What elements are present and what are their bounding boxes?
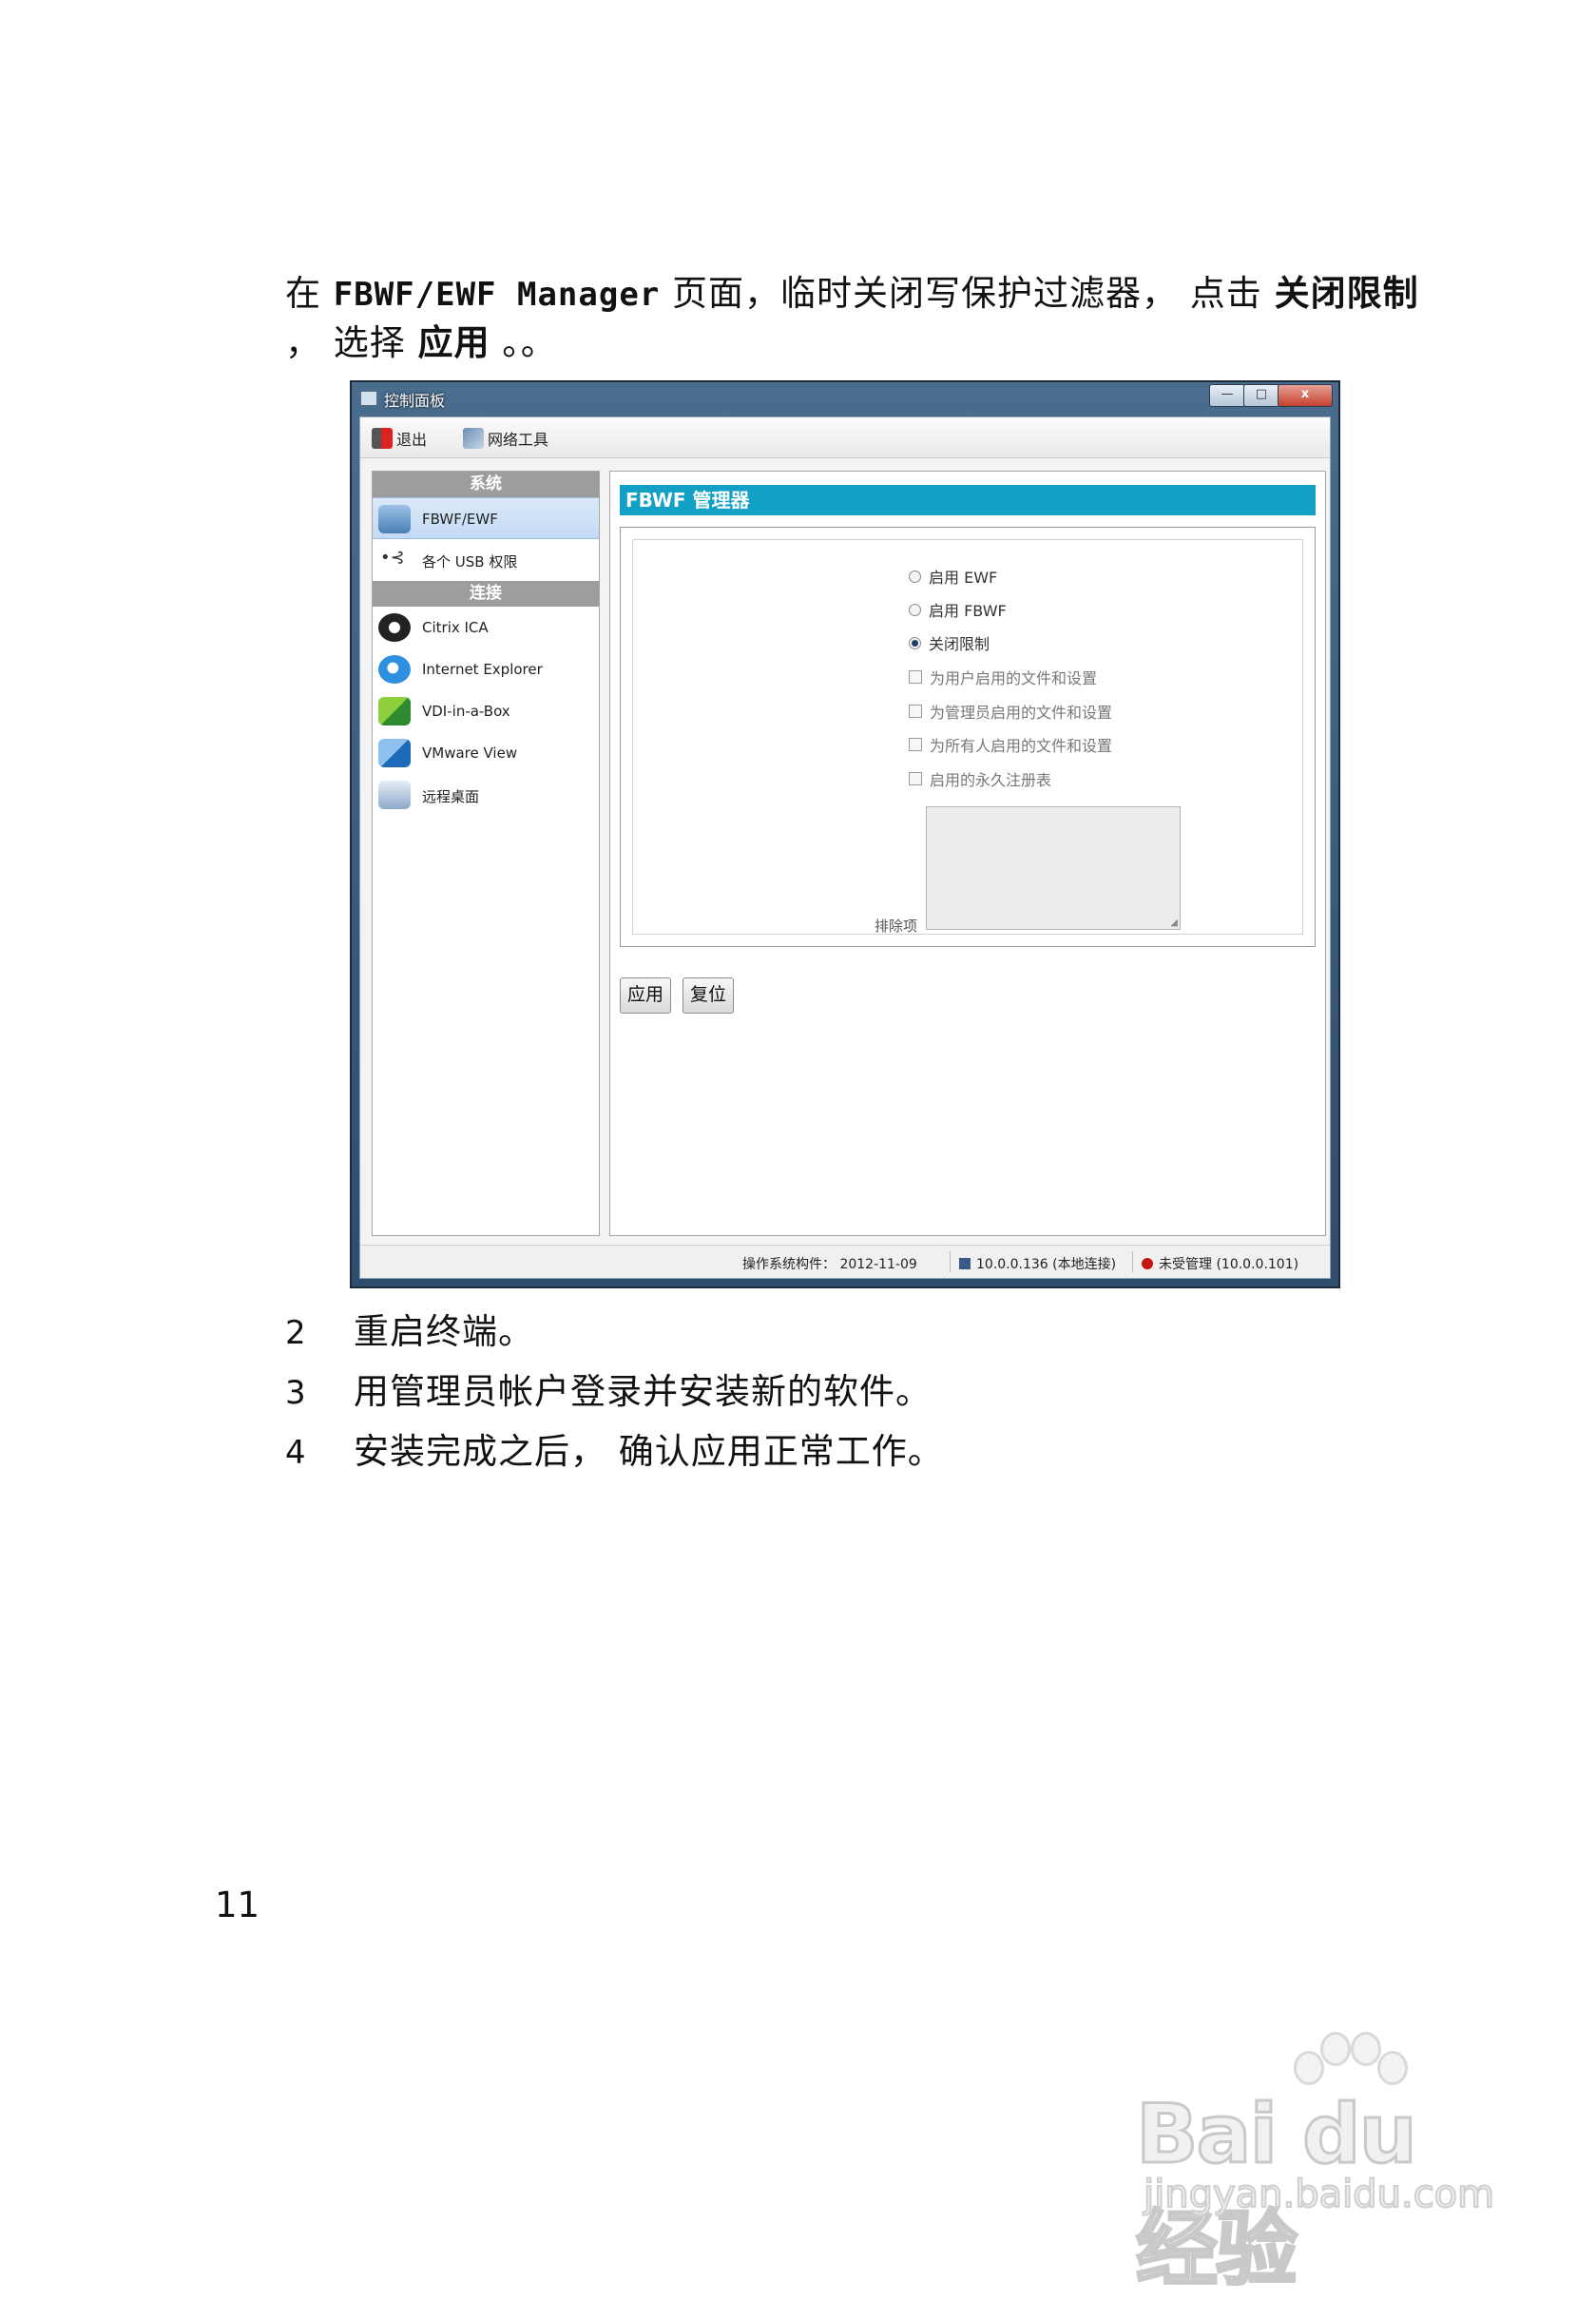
radio-indicator <box>909 603 921 616</box>
status-separator <box>1132 1251 1133 1272</box>
exit-label: 退出 <box>396 431 428 449</box>
remote-desktop-icon <box>378 781 411 809</box>
checkbox-indicator <box>909 738 922 751</box>
apply-button[interactable]: 应用 <box>620 977 671 1014</box>
os-build-status: 操作系统构件： 2012-11-09 <box>742 1257 917 1272</box>
option-label: 为用户启用的文件和设置 <box>930 669 1098 687</box>
radio-indicator <box>909 570 921 583</box>
step-text: 重启终端。 <box>354 1311 534 1352</box>
option-label: 为管理员启用的文件和设置 <box>930 704 1113 722</box>
admin-files-checkbox[interactable]: 为管理员启用的文件和设置 <box>909 700 1112 723</box>
disk-icon <box>378 505 411 533</box>
sidebar: 系统 FBWF/EWF 各个 USB 权限 连接 Citrix ICA Inte… <box>372 471 600 1236</box>
radio-indicator-selected <box>909 636 921 649</box>
intro-text-3: ， 选择 <box>285 322 418 363</box>
window-client: 退出 网络工具 系统 FBWF/EWF 各个 USB 权限 连接 Citrix … <box>359 416 1331 1279</box>
page-number: 11 <box>215 1885 260 1925</box>
sidebar-item-label: 远程桌面 <box>422 788 480 805</box>
reset-button[interactable]: 复位 <box>683 977 734 1014</box>
window-title: 控制面板 <box>384 392 446 410</box>
sidebar-item-label: VMware View <box>422 744 518 762</box>
ie-icon <box>378 655 411 684</box>
step-3: 3 用管理员帐户登录并安装新的软件。 <box>285 1363 932 1414</box>
exit-button[interactable]: 退出 <box>372 426 427 451</box>
unmanaged-status-icon <box>1142 1258 1153 1269</box>
control-panel-window: 控制面板 — □ x 退出 网络工具 系统 FBWF/EWF 各个 USB 权限 <box>350 380 1340 1288</box>
network-tools-icon <box>463 428 484 449</box>
citrix-icon <box>378 613 411 642</box>
checkbox-indicator <box>909 670 922 684</box>
intro-text-1: 在 <box>285 273 334 314</box>
usb-icon <box>378 546 411 574</box>
options-groupbox: 启用 EWF 启用 FBWF 关闭限制 为用户启用的文件和设置 为管理员启用的文… <box>620 527 1316 947</box>
option-label: 为所有人启用的文件和设置 <box>930 737 1113 755</box>
network-tools-label: 网络工具 <box>488 431 549 449</box>
sidebar-item-label: FBWF/EWF <box>422 511 498 528</box>
sidebar-item-vdi-in-a-box[interactable]: VDI-in-a-Box <box>373 690 599 732</box>
sidebar-item-fbwf-ewf[interactable]: FBWF/EWF <box>373 497 599 539</box>
permanent-registry-checkbox[interactable]: 启用的永久注册表 <box>909 767 1051 790</box>
apply-emphasis: 应用 <box>417 321 490 363</box>
main-panel: FBWF 管理器 启用 EWF 启用 FBWF 关闭限制 为用户启用的文件和设置… <box>609 471 1326 1236</box>
intro-text-4: 。。 <box>490 322 557 363</box>
step-text: 用管理员帐户登录并安装新的软件。 <box>354 1371 932 1412</box>
exclusion-label: 排除项 <box>875 918 918 935</box>
ip-status-text: 10.0.0.136 (本地连接) <box>976 1257 1117 1272</box>
window-icon <box>361 392 376 405</box>
option-label: 启用的永久注册表 <box>930 771 1052 789</box>
step-number: 2 <box>285 1314 307 1352</box>
checkbox-indicator <box>909 772 922 785</box>
sidebar-item-label: Internet Explorer <box>422 661 543 678</box>
option-label: 启用 FBWF <box>929 602 1007 620</box>
vdi-icon <box>378 697 411 725</box>
sidebar-item-citrix-ica[interactable]: Citrix ICA <box>373 607 599 648</box>
panel-title: FBWF 管理器 <box>620 485 1316 515</box>
step-text: 安装完成之后， 确认应用正常工作。 <box>354 1431 944 1472</box>
disable-restriction-radio[interactable]: 关闭限制 <box>909 631 990 654</box>
vmware-icon <box>378 739 411 767</box>
sidebar-item-vmware-view[interactable]: VMware View <box>373 732 599 774</box>
management-status-text: 未受管理 (10.0.0.101) <box>1159 1257 1299 1272</box>
toolbar: 退出 网络工具 <box>360 417 1330 458</box>
management-status: 未受管理 (10.0.0.101) <box>1142 1254 1298 1273</box>
title-bar: 控制面板 — □ x <box>352 382 1338 415</box>
sidebar-item-usb-permissions[interactable]: 各个 USB 权限 <box>373 539 599 581</box>
option-label: 启用 EWF <box>929 569 998 587</box>
baidu-watermark: Bai du 经验 jingyan.baidu.com <box>1135 2030 1511 2299</box>
watermark-url: jingyan.baidu.com <box>1143 2172 1495 2217</box>
status-separator <box>950 1251 951 1272</box>
disable-restriction-emphasis: 关闭限制 <box>1274 272 1419 314</box>
intro-paragraph: 在 FBWF/EWF Manager 页面，临时关闭写保护过滤器， 点击 关闭限… <box>285 269 1435 367</box>
status-bar: 操作系统构件： 2012-11-09 10.0.0.136 (本地连接) 未受管… <box>360 1245 1330 1278</box>
step-number: 4 <box>285 1434 307 1472</box>
step-4: 4 安装完成之后， 确认应用正常工作。 <box>285 1422 944 1474</box>
sidebar-item-remote-desktop[interactable]: 远程桌面 <box>373 774 599 816</box>
step-number: 3 <box>285 1374 307 1412</box>
manager-name: FBWF/EWF Manager <box>333 276 661 314</box>
all-users-files-checkbox[interactable]: 为所有人启用的文件和设置 <box>909 733 1112 756</box>
exclusion-textarea[interactable]: ◢ <box>926 806 1181 930</box>
user-files-checkbox[interactable]: 为用户启用的文件和设置 <box>909 666 1097 688</box>
sidebar-item-label: VDI-in-a-Box <box>422 703 510 720</box>
checkbox-indicator <box>909 705 922 718</box>
intro-text-2: 页面，临时关闭写保护过滤器， 点击 <box>660 273 1275 314</box>
close-button[interactable]: x <box>1278 384 1333 407</box>
minimize-button[interactable]: — <box>1209 384 1245 407</box>
resize-grip-icon[interactable]: ◢ <box>1170 918 1178 928</box>
options-inner: 启用 EWF 启用 FBWF 关闭限制 为用户启用的文件和设置 为管理员启用的文… <box>632 539 1303 935</box>
enable-ewf-radio[interactable]: 启用 EWF <box>909 565 997 588</box>
network-tools-button[interactable]: 网络工具 <box>463 426 548 451</box>
sidebar-item-label: Citrix ICA <box>422 619 489 636</box>
sidebar-item-label: 各个 USB 权限 <box>422 553 518 570</box>
exit-icon <box>372 428 393 449</box>
enable-fbwf-radio[interactable]: 启用 FBWF <box>909 598 1007 621</box>
sidebar-item-internet-explorer[interactable]: Internet Explorer <box>373 648 599 690</box>
connect-section-header: 连接 <box>373 581 599 607</box>
system-section-header: 系统 <box>373 472 599 497</box>
ip-status: 10.0.0.136 (本地连接) <box>959 1254 1116 1273</box>
maximize-button[interactable]: □ <box>1243 384 1279 407</box>
option-label: 关闭限制 <box>929 635 990 653</box>
network-icon <box>959 1258 971 1269</box>
step-2: 2 重启终端。 <box>285 1303 534 1354</box>
